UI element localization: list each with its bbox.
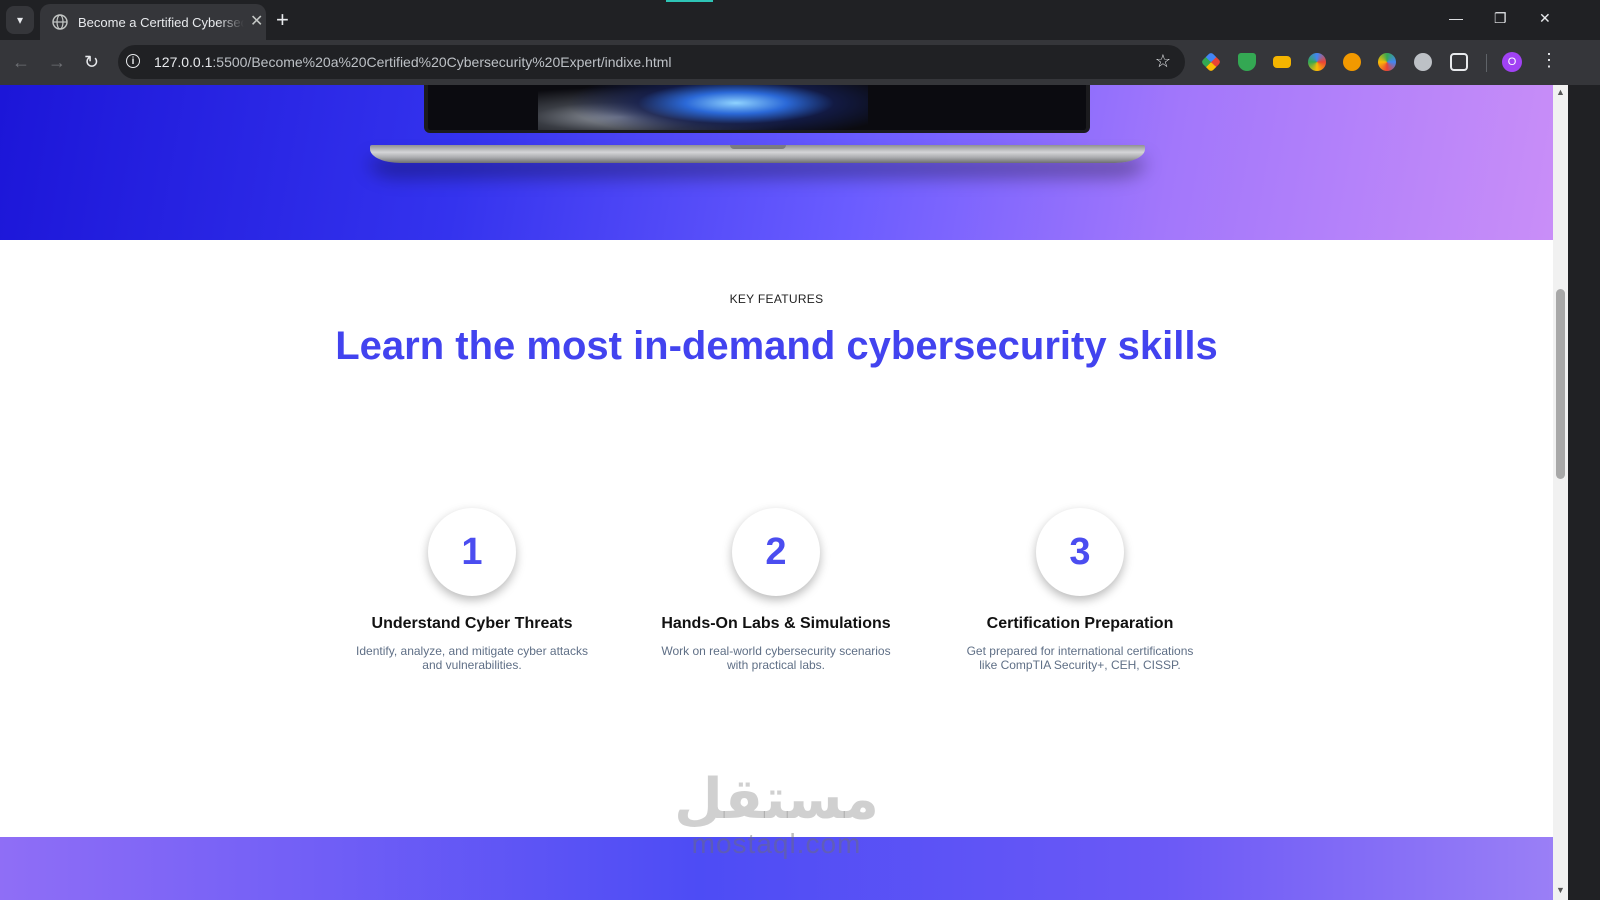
laptop-notch — [730, 145, 786, 149]
tab-search-button[interactable]: ▾ — [6, 6, 34, 34]
key-features-section: KEY FEATURES Learn the most in-demand cy… — [0, 240, 1553, 837]
circle-extension-icon[interactable] — [1308, 53, 1326, 71]
section-headline: Learn the most in-demand cybersecurity s… — [335, 324, 1218, 368]
window-close-button[interactable]: ✕ — [1539, 10, 1551, 27]
hero-section — [0, 85, 1553, 240]
feature-description: Work on real-world cybersecurity scenari… — [661, 644, 891, 672]
watermark-arabic: مستقل — [674, 767, 879, 832]
mask-extension-icon[interactable] — [1414, 53, 1432, 71]
bookmark-star-icon[interactable]: ☆ — [1155, 51, 1171, 72]
chevron-down-icon: ▾ — [16, 13, 24, 27]
new-tab-button[interactable]: + — [276, 9, 289, 31]
restore-button[interactable]: ❐ — [1494, 10, 1507, 27]
laptop-screen-image — [424, 85, 1090, 133]
badge-extension-icon[interactable] — [1343, 53, 1361, 71]
tab-strip-accent — [666, 0, 713, 2]
back-button[interactable]: ← — [12, 52, 30, 72]
globe-icon — [52, 14, 68, 30]
feature-card: 1 Understand Cyber Threats Identify, ana… — [322, 508, 622, 672]
profile-avatar[interactable]: O — [1502, 52, 1522, 72]
browser-toolbar: ← → ↻ i 127.0.0.1:5500/Become%20a%20Cert… — [0, 40, 1600, 85]
site-info-icon[interactable]: i — [126, 54, 140, 68]
reload-icon: ↻ — [84, 52, 100, 72]
tab-close-icon[interactable]: ✕ — [250, 14, 263, 30]
url-path: :5500/Become%20a%20Certified%20Cybersecu… — [212, 54, 672, 70]
reload-button[interactable]: ↻ — [84, 52, 99, 72]
url-host: 127.0.0.1 — [154, 54, 213, 70]
scrollbar-thumb[interactable] — [1556, 289, 1565, 479]
feature-card: 3 Certification Preparation Get prepared… — [930, 508, 1230, 672]
feature-title: Understand Cyber Threats — [371, 615, 573, 632]
page-viewport: KEY FEATURES Learn the most in-demand cy… — [0, 85, 1553, 900]
toolbar-divider — [1486, 54, 1487, 72]
active-tab[interactable]: Become a Certified Cybersecurity Expert … — [40, 4, 266, 40]
cyber-artwork — [538, 85, 868, 130]
feature-number: 3 — [1036, 508, 1124, 596]
multicolor-extension-icon[interactable] — [1378, 53, 1396, 71]
feature-card: 2 Hands-On Labs & Simulations Work on re… — [626, 508, 926, 672]
feature-title: Hands-On Labs & Simulations — [661, 615, 891, 632]
scroll-down-arrow-icon[interactable]: ▼ — [1556, 885, 1565, 895]
section-eyebrow: KEY FEATURES — [729, 292, 824, 306]
scroll-up-arrow-icon[interactable]: ▲ — [1556, 87, 1565, 97]
arrow-right-icon: → — [48, 52, 66, 72]
folder-extension-icon[interactable] — [1273, 56, 1291, 68]
shield-extension-icon[interactable] — [1238, 53, 1256, 71]
more-menu-icon[interactable]: ⋮ — [1540, 50, 1558, 71]
tab-title: Become a Certified Cybersecurity Expert — [78, 14, 244, 30]
feature-number: 1 — [428, 508, 516, 596]
feature-number: 2 — [732, 508, 820, 596]
color-extension-icon[interactable] — [1200, 51, 1222, 73]
puzzle-extensions-icon[interactable] — [1450, 53, 1468, 71]
tab-strip: ▾ Become a Certified Cybersecurity Exper… — [0, 0, 1600, 40]
address-bar[interactable]: i 127.0.0.1:5500/Become%20a%20Certified%… — [118, 45, 1185, 79]
url-text[interactable]: 127.0.0.1:5500/Become%20a%20Certified%20… — [154, 54, 672, 70]
arrow-left-icon: ← — [12, 52, 30, 72]
feature-title: Certification Preparation — [986, 615, 1174, 632]
minimize-button[interactable]: — — [1449, 10, 1463, 26]
watermark-logo: مستقل mostaql.com — [0, 772, 1553, 860]
page-scrollbar[interactable]: ▲ ▼ — [1553, 85, 1568, 900]
feature-description: Identify, analyze, and mitigate cyber at… — [356, 644, 588, 672]
watermark-latin: mostaql.com — [691, 828, 862, 859]
forward-button[interactable]: → — [48, 52, 66, 72]
feature-description: Get prepared for international certifica… — [966, 644, 1194, 672]
